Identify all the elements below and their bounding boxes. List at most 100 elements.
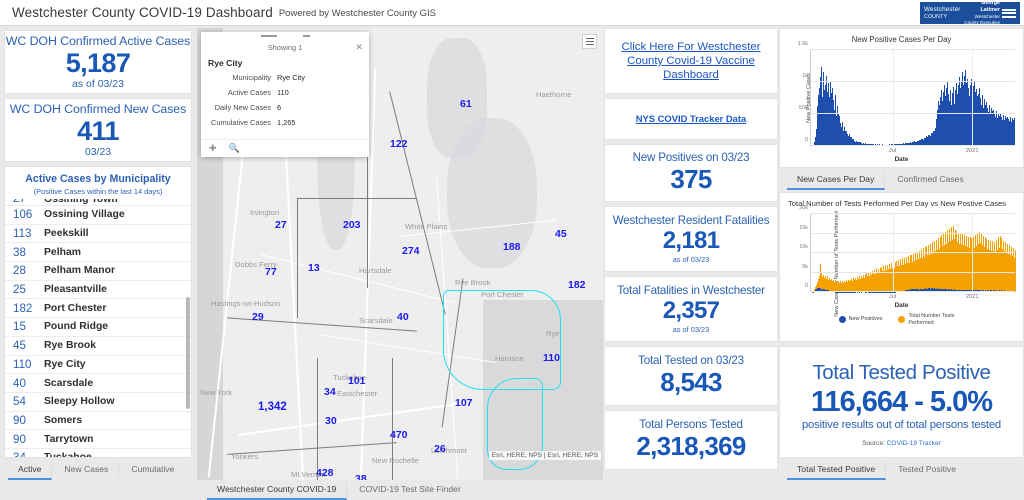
municipality-count: 113 <box>13 227 32 241</box>
pan-icon[interactable]: ✚ <box>209 143 217 154</box>
chart-xtick: Jul <box>888 148 897 154</box>
municipality-subtitle: (Positive Cases within the last 14 days) <box>33 187 163 196</box>
chart-xtick: 2021 <box>965 148 979 154</box>
vaccine-dashboard-link[interactable]: Click Here For Westchester County Covid-… <box>611 40 771 82</box>
resident-fatalities-value: 2,181 <box>662 227 720 255</box>
chart-ytick: 20k <box>799 205 808 211</box>
sidebar-tab-new-cases[interactable]: New Cases <box>54 461 120 480</box>
municipality-scrollbar[interactable] <box>186 297 190 409</box>
total-tested-card: Total Tested on 03/23 8,543 <box>604 346 778 406</box>
municipality-row[interactable]: 40 Scarsdale <box>5 374 191 393</box>
municipality-name: Tarrytown <box>44 433 94 445</box>
map-case-count[interactable]: 34 <box>324 386 336 398</box>
map-place-label: Eastchester <box>337 389 378 398</box>
map-tab-covid-19-test-site-finder[interactable]: COVID-19 Test Site Finder <box>349 481 471 500</box>
feature-popup[interactable]: Showing 1 ✕ Rye City Municipality Rye Cit… <box>201 32 369 157</box>
map-tab-westchester-county-covid-19[interactable]: Westchester County COVID-19 <box>207 481 348 500</box>
map-case-count[interactable]: 274 <box>402 245 420 257</box>
chart-tab-confirmed-cases[interactable]: Confirmed Cases <box>887 171 973 190</box>
municipality-row[interactable]: 15 Pound Ridge <box>5 318 191 337</box>
popup-key: Daily New Cases <box>214 102 271 112</box>
map-case-count[interactable]: 101 <box>348 375 366 387</box>
total-fatalities-card: Total Fatalities in Westchester 2,357 as… <box>604 276 778 342</box>
popup-drag-handle[interactable] <box>201 32 369 40</box>
legend-item[interactable]: Total Number Tests Performed <box>898 313 964 327</box>
map-case-count[interactable]: 110 <box>543 352 560 364</box>
municipality-row[interactable]: 34 Tuckahoe <box>5 448 191 457</box>
map-case-count[interactable]: 107 <box>455 397 473 409</box>
new-positives-card: New Positives on 03/23 375 <box>604 144 778 202</box>
map-case-count[interactable]: 203 <box>343 219 361 231</box>
map-place-label: Scarsdale <box>359 316 393 325</box>
map-case-count[interactable]: 13 <box>308 262 320 274</box>
right-column: New Positive Cases Per Day New Positive … <box>779 28 1024 500</box>
sidebar-tab-active[interactable]: Active <box>8 461 53 480</box>
map-case-count[interactable]: 61 <box>460 98 472 110</box>
municipality-name: Pound Ridge <box>44 321 109 333</box>
new-cases-card: WC DOH Confirmed New Cases 411 03/23 <box>4 98 192 162</box>
bottom-tab-total-tested-positive[interactable]: Total Tested Positive <box>787 461 887 480</box>
sidebar-tab-cumulative[interactable]: Cumulative <box>121 461 184 480</box>
map-case-count[interactable]: 1,342 <box>258 401 287 413</box>
municipality-row[interactable]: 182 Port Chester <box>5 299 191 319</box>
logo-bars-icon <box>1002 8 1016 18</box>
chart-gridline <box>811 213 1015 214</box>
map-canvas[interactable]: Esri, HERE, NPS | Esri, HERE, NPS Showin… <box>197 28 603 480</box>
bottom-tab-tested-positive[interactable]: Tested Positive <box>888 461 966 480</box>
municipality-row[interactable]: 106 Ossining Village <box>5 206 191 225</box>
municipality-row[interactable]: 110 Rye City <box>5 355 191 375</box>
map-case-count[interactable]: 188 <box>503 241 521 253</box>
popup-value: 6 <box>277 102 282 112</box>
municipality-row[interactable]: 45 Rye Brook <box>5 336 191 356</box>
ttp-source-link[interactable]: COVID-19 Tracker <box>887 440 941 447</box>
popup-key: Municipality <box>232 73 271 82</box>
municipality-list[interactable]: 27 Ossining Town 106 Ossining Village 113 Pee… <box>5 197 191 457</box>
sidebar-tabbar: Active New Cases Cumulative <box>0 458 196 480</box>
municipality-row[interactable]: 113 Peekskill <box>5 224 191 244</box>
popup-title: Rye City <box>208 58 243 68</box>
chart-ytick: 0 <box>805 137 808 143</box>
municipality-row[interactable]: 90 Tarrytown <box>5 430 191 449</box>
nys-tracker-link[interactable]: NYS COVID Tracker Data <box>636 113 746 125</box>
map-case-count[interactable]: 26 <box>434 443 446 455</box>
nys-tracker-card[interactable]: NYS COVID Tracker Data <box>604 98 778 140</box>
map-case-count[interactable]: 27 <box>275 219 287 231</box>
chart-ytick: 0 <box>805 283 808 289</box>
municipality-count: 34 <box>13 451 37 457</box>
bottom-tabbar: Total Tested Positive Tested Positive <box>779 458 1024 480</box>
popup-row: Cumulative Cases 1,265 <box>205 118 361 128</box>
municipality-row[interactable]: 25 Pleasantville <box>5 280 191 300</box>
legend-item[interactable]: New Positives <box>838 313 882 327</box>
chart-tab-new-cases-per-day[interactable]: New Cases Per Day <box>787 171 886 190</box>
total-tested-value: 8,543 <box>660 367 722 398</box>
selected-municipality-outline <box>443 290 561 390</box>
map-case-count[interactable]: 77 <box>265 266 277 278</box>
active-cases-label: WC DOH Confirmed Active Cases <box>5 33 191 48</box>
map-case-count[interactable]: 122 <box>390 138 408 150</box>
map-case-count[interactable]: 182 <box>568 279 586 291</box>
map-case-count[interactable]: 30 <box>325 415 337 427</box>
legend-list-icon[interactable] <box>582 34 597 49</box>
map-case-count[interactable]: 470 <box>390 429 408 441</box>
map-case-count[interactable]: 45 <box>555 228 567 240</box>
map-place-label: Rye <box>546 329 560 338</box>
chart1-title: New Positive Cases Per Day <box>851 35 952 44</box>
municipality-row[interactable]: 38 Pelham <box>5 243 191 263</box>
map-case-count[interactable]: 40 <box>397 311 409 323</box>
municipality-row[interactable]: 28 Pelham Manor <box>5 262 191 281</box>
map-place-label: Hartsdale <box>359 266 392 275</box>
municipality-count: 90 <box>13 413 26 427</box>
popup-key: Active Cases <box>227 87 271 97</box>
chart-ytick: 5k <box>802 263 808 270</box>
vaccine-dashboard-card[interactable]: Click Here For Westchester County Covid-… <box>604 28 778 94</box>
chart2-xlabel: Date <box>894 302 909 309</box>
popup-value: Rye City <box>277 73 305 82</box>
total-fatalities-label: Total Fatalities in Westchester <box>617 284 765 298</box>
municipality-row[interactable]: 90 Somers <box>5 411 191 431</box>
zoom-to-icon[interactable]: 🔍 <box>229 143 240 154</box>
total-tested-positive-card: Total Tested Positive 116,664 - 5.0% pos… <box>779 346 1024 458</box>
close-icon[interactable]: ✕ <box>355 42 363 53</box>
municipality-row[interactable]: 54 Sleepy Hollow <box>5 392 191 412</box>
municipality-header: Active Cases by Municipality (Positive C… <box>5 167 191 199</box>
map-case-count[interactable]: 29 <box>252 311 264 323</box>
